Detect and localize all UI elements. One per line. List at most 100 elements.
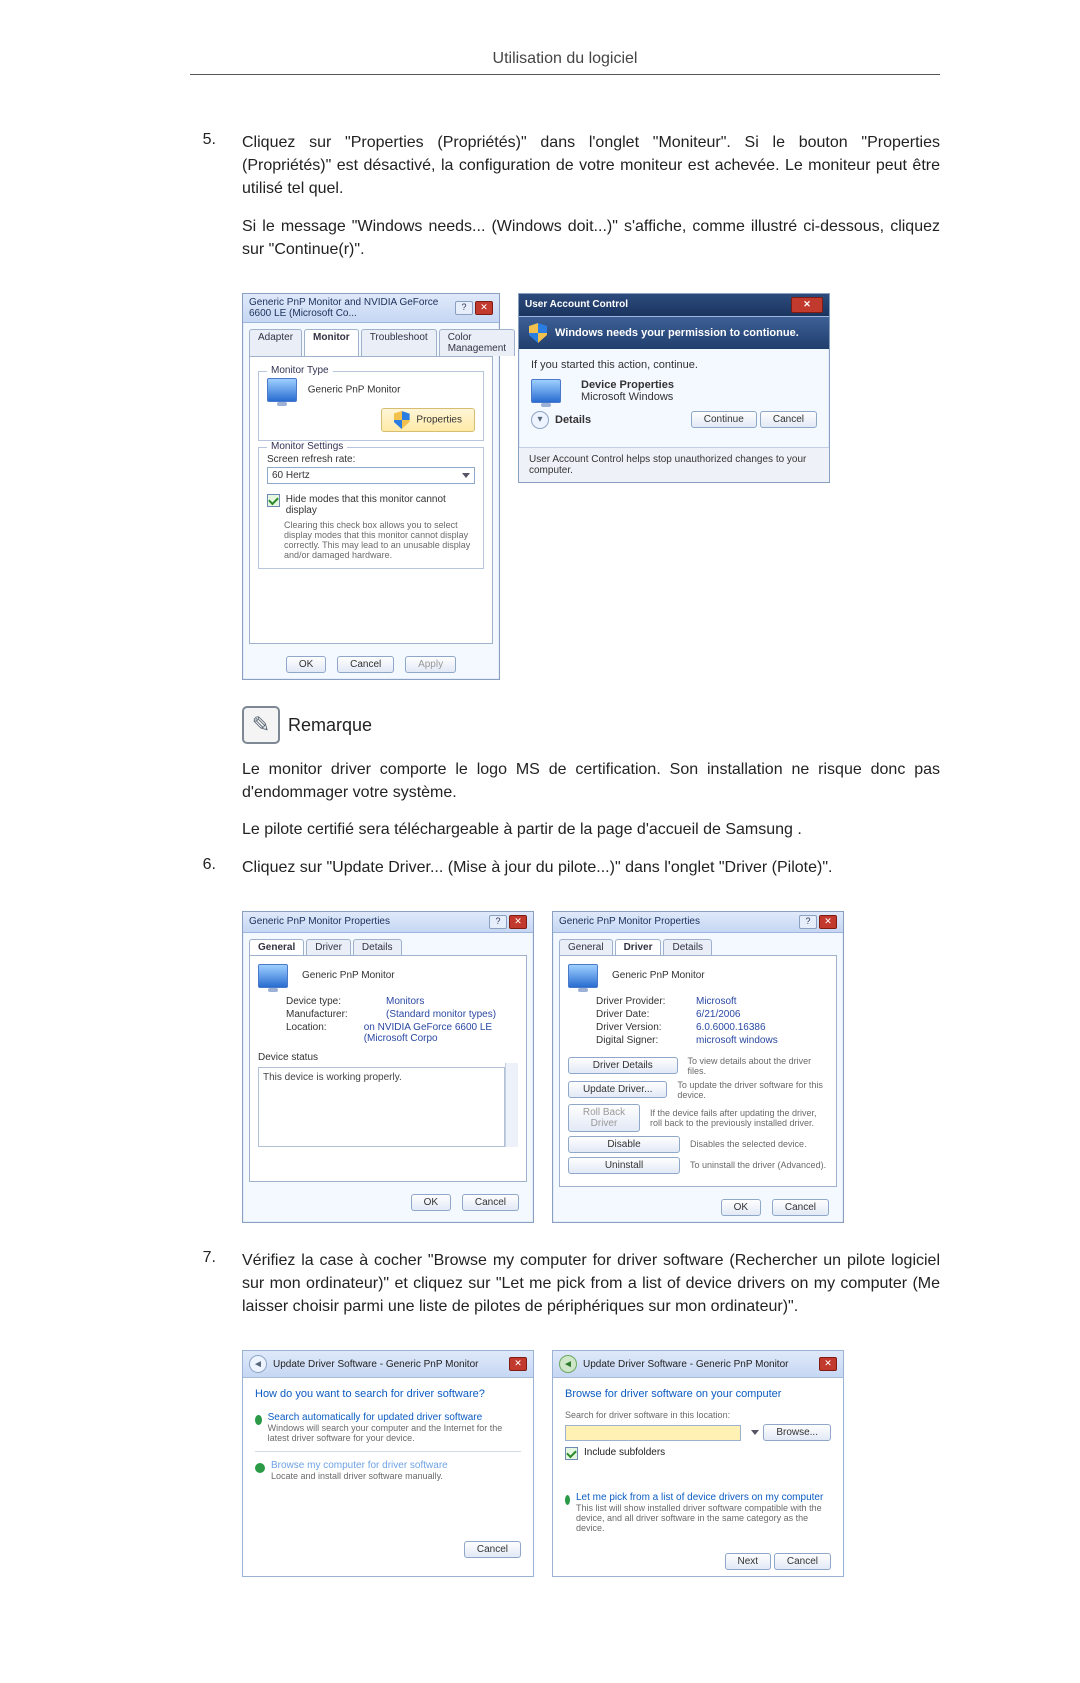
step-6: 6. Cliquez sur "Update Driver... (Mise à… <box>190 856 940 893</box>
option-search-automatically[interactable]: Search automatically for updated driver … <box>268 1412 521 1423</box>
tab-details[interactable]: Details <box>353 939 402 955</box>
screenshot-row: Generic PnP Monitor Properties ? ✕ Gener… <box>242 911 940 1223</box>
refresh-rate-dropdown[interactable]: 60 Hertz <box>267 467 475 484</box>
tab-general[interactable]: General <box>249 939 304 955</box>
button-label: Properties <box>416 415 462 426</box>
properties-button[interactable]: Properties <box>381 408 475 432</box>
close-icon[interactable]: ✕ <box>509 915 527 929</box>
device-name: Generic PnP Monitor <box>612 970 705 981</box>
button-description: To view details about the driver files. <box>688 1056 828 1076</box>
tab-strip: General Driver Details <box>559 939 837 955</box>
tab-panel: Generic PnP Monitor Device type:Monitors… <box>249 955 527 1182</box>
step-body: Vérifiez la case à cocher "Browse my com… <box>242 1249 940 1333</box>
option-browse-computer[interactable]: Browse my computer for driver software <box>271 1460 448 1471</box>
next-button[interactable]: Next <box>725 1553 772 1570</box>
remark-block: ✎ Remarque Le monitor driver comporte le… <box>242 706 940 842</box>
tab-driver[interactable]: Driver <box>615 939 662 955</box>
ok-button[interactable]: OK <box>721 1199 761 1216</box>
uac-body: If you started this action, continue. De… <box>519 349 829 447</box>
browse-button[interactable]: Browse... <box>763 1424 831 1441</box>
location-input[interactable] <box>565 1425 741 1441</box>
cancel-button[interactable]: Cancel <box>462 1194 519 1211</box>
monitor-icon <box>258 964 288 988</box>
titlebar: Generic PnP Monitor Properties ? ✕ <box>243 912 533 933</box>
chevron-down-icon[interactable] <box>751 1430 759 1435</box>
help-button[interactable]: ? <box>799 915 817 929</box>
tab-color-management[interactable]: Color Management <box>439 329 515 356</box>
cancel-button[interactable]: Cancel <box>772 1199 829 1216</box>
screenshot-row: ◄ Update Driver Software - Generic PnP M… <box>242 1350 940 1577</box>
button-description: To update the driver software for this d… <box>677 1080 828 1100</box>
group-monitor-settings: Monitor Settings Screen refresh rate: 60… <box>258 447 484 569</box>
banner-text: Windows needs your permission to contion… <box>555 327 799 339</box>
cancel-button[interactable]: Cancel <box>760 411 817 428</box>
cancel-button[interactable]: Cancel <box>337 656 394 673</box>
device-properties-general-dialog: Generic PnP Monitor Properties ? ✕ Gener… <box>242 911 534 1223</box>
close-icon[interactable]: ✕ <box>509 1357 527 1371</box>
tab-general[interactable]: General <box>559 939 613 955</box>
apply-button[interactable]: Apply <box>405 656 456 673</box>
scrollbar[interactable] <box>505 1063 518 1147</box>
details-toggle[interactable]: Details <box>555 414 591 426</box>
titlebar: Generic PnP Monitor and NVIDIA GeForce 6… <box>243 294 499 323</box>
ok-button[interactable]: OK <box>411 1194 451 1211</box>
cancel-button[interactable]: Cancel <box>464 1541 521 1558</box>
wizard-body: Browse for driver software on your compu… <box>553 1378 843 1576</box>
step-text: Vérifiez la case à cocher "Browse my com… <box>242 1249 940 1319</box>
page-header: Utilisation du logiciel <box>190 50 940 75</box>
button-description: To uninstall the driver (Advanced). <box>690 1160 826 1170</box>
uninstall-button[interactable]: Uninstall <box>568 1157 680 1174</box>
arrow-icon <box>255 1463 265 1473</box>
tab-driver[interactable]: Driver <box>306 939 351 955</box>
step-body: Cliquez sur "Properties (Propriétés)" da… <box>242 131 940 275</box>
option-description: This list will show installed driver sof… <box>576 1503 831 1533</box>
window-title: Update Driver Software - Generic PnP Mon… <box>273 1359 478 1370</box>
uac-item-title: Device Properties <box>581 379 674 391</box>
page-title: Utilisation du logiciel <box>493 50 638 67</box>
chevron-down-icon[interactable]: ▾ <box>531 411 549 429</box>
driver-details-button[interactable]: Driver Details <box>568 1057 678 1074</box>
step-7: 7. Vérifiez la case à cocher "Browse my … <box>190 1249 940 1333</box>
update-driver-button[interactable]: Update Driver... <box>568 1081 667 1098</box>
help-button[interactable]: ? <box>455 301 473 315</box>
tab-troubleshoot[interactable]: Troubleshoot <box>361 329 437 356</box>
close-icon[interactable]: ✕ <box>791 297 823 313</box>
tab-adapter[interactable]: Adapter <box>249 329 302 356</box>
group-title: Monitor Type <box>267 365 333 376</box>
button-description: If the device fails after updating the d… <box>650 1108 828 1128</box>
dialog-buttons: OK Cancel <box>243 1188 533 1217</box>
checkbox-label: Include subfolders <box>584 1447 665 1458</box>
disable-button[interactable]: Disable <box>568 1136 680 1153</box>
monitor-name: Generic PnP Monitor <box>308 385 401 396</box>
wizard-heading: How do you want to search for driver sof… <box>255 1388 521 1400</box>
refresh-label: Screen refresh rate: <box>267 454 475 465</box>
label: Location: <box>286 1022 354 1044</box>
label: Digital Signer: <box>596 1035 686 1046</box>
include-subfolders-checkbox[interactable] <box>565 1447 578 1460</box>
cancel-button[interactable]: Cancel <box>774 1553 831 1570</box>
remark-text: Le monitor driver comporte le logo MS de… <box>242 758 940 804</box>
continue-button[interactable]: Continue <box>691 411 757 428</box>
wizard-body: How do you want to search for driver sof… <box>243 1378 533 1564</box>
roll-back-driver-button[interactable]: Roll Back Driver <box>568 1104 640 1132</box>
group-monitor-type: Monitor Type Generic PnP Monitor Propert… <box>258 371 484 441</box>
label: Device type: <box>286 996 376 1007</box>
help-button[interactable]: ? <box>489 915 507 929</box>
ok-button[interactable]: OK <box>286 656 326 673</box>
hide-modes-checkbox[interactable] <box>267 494 280 507</box>
tab-panel: Generic PnP Monitor Driver Provider:Micr… <box>559 955 837 1187</box>
tab-details[interactable]: Details <box>663 939 712 955</box>
window-title: Update Driver Software - Generic PnP Mon… <box>583 1359 788 1370</box>
close-icon[interactable]: ✕ <box>475 301 493 315</box>
step-number: 7. <box>190 1249 216 1333</box>
titlebar: ◄ Update Driver Software - Generic PnP M… <box>243 1351 533 1378</box>
dialog-buttons: OK Cancel <box>553 1193 843 1222</box>
option-pick-from-list[interactable]: Let me pick from a list of device driver… <box>576 1492 831 1503</box>
label: Driver Version: <box>596 1022 686 1033</box>
close-icon[interactable]: ✕ <box>819 1357 837 1371</box>
tab-monitor[interactable]: Monitor <box>304 329 359 356</box>
back-icon[interactable]: ◄ <box>559 1355 577 1373</box>
close-icon[interactable]: ✕ <box>819 915 837 929</box>
device-status-box: This device is working properly. <box>258 1067 505 1147</box>
back-icon[interactable]: ◄ <box>249 1355 267 1373</box>
